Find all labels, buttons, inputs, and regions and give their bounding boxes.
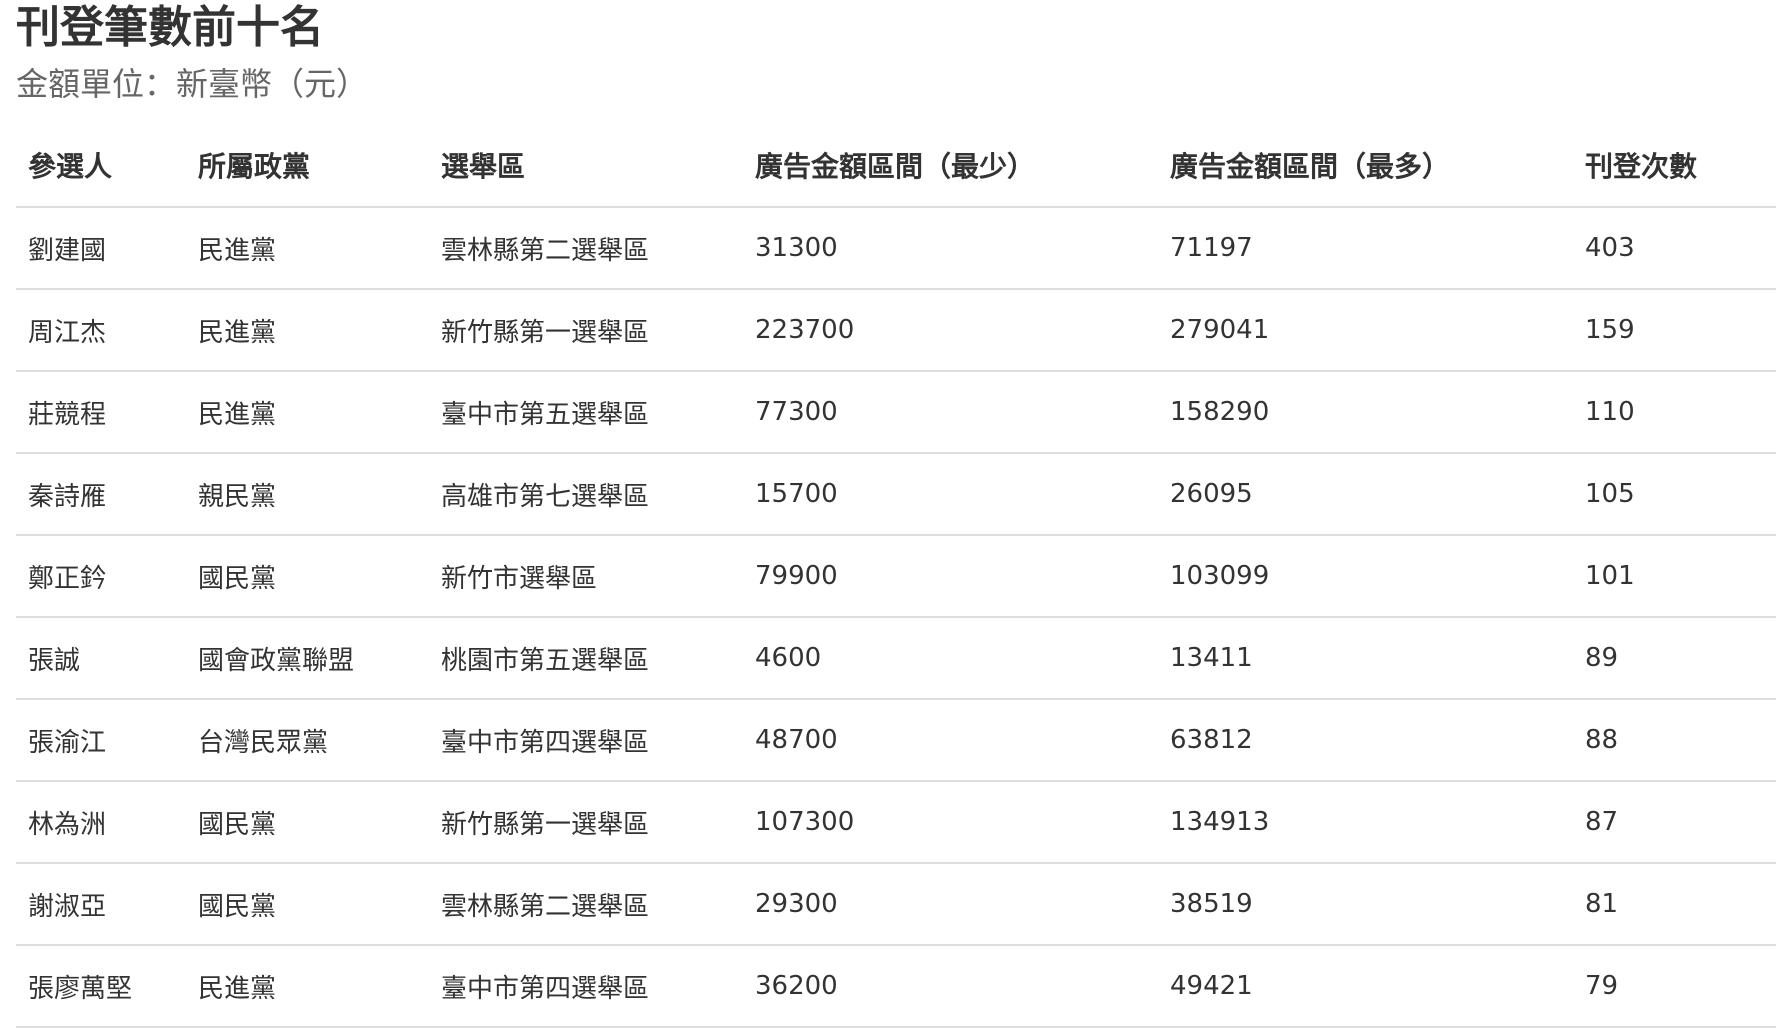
cell-candidate: 鄭正鈐 (16, 535, 186, 618)
cell-district: 桃園市第五選舉區 (429, 617, 743, 700)
ranking-table: 參選人 所屬政黨 選舉區 廣告金額區間（最少） 廣告金額區間（最多） 刊登次數 … (16, 124, 1776, 1028)
cell-amount-min: 36200 (743, 945, 1158, 1028)
table-row: 劉建國 民進黨 雲林縣第二選舉區 31300 71197 403 (16, 207, 1776, 290)
table-header: 參選人 所屬政黨 選舉區 廣告金額區間（最少） 廣告金額區間（最多） 刊登次數 (16, 124, 1776, 208)
cell-amount-min: 107300 (743, 781, 1158, 864)
cell-amount-max: 279041 (1158, 289, 1573, 372)
cell-count: 89 (1573, 617, 1776, 700)
table-row: 張廖萬堅 民進黨 臺中市第四選舉區 36200 49421 79 (16, 945, 1776, 1028)
cell-party: 民進黨 (186, 289, 429, 372)
cell-count: 81 (1573, 863, 1776, 946)
page-subtitle: 金額單位：新臺幣（元） (16, 65, 369, 103)
cell-amount-min: 31300 (743, 207, 1158, 290)
cell-district: 臺中市第五選舉區 (429, 371, 743, 454)
cell-count: 88 (1573, 699, 1776, 782)
cell-district: 高雄市第七選舉區 (429, 453, 743, 536)
cell-candidate: 謝淑亞 (16, 863, 186, 946)
cell-amount-min: 79900 (743, 535, 1158, 618)
cell-amount-max: 158290 (1158, 371, 1573, 454)
table-body: 劉建國 民進黨 雲林縣第二選舉區 31300 71197 403 周江杰 民進黨… (16, 207, 1776, 1028)
cell-count: 105 (1573, 453, 1776, 536)
cell-party: 台灣民眾黨 (186, 699, 429, 782)
cell-candidate: 張廖萬堅 (16, 945, 186, 1028)
cell-count: 87 (1573, 781, 1776, 864)
cell-count: 101 (1573, 535, 1776, 618)
cell-amount-max: 71197 (1158, 207, 1573, 290)
cell-count: 159 (1573, 289, 1776, 372)
header-amount-max: 廣告金額區間（最多） (1158, 124, 1573, 208)
cell-candidate: 劉建國 (16, 207, 186, 290)
cell-amount-min: 4600 (743, 617, 1158, 700)
cell-candidate: 莊競程 (16, 371, 186, 454)
header-candidate: 參選人 (16, 124, 186, 208)
cell-candidate: 張誠 (16, 617, 186, 700)
cell-district: 新竹縣第一選舉區 (429, 781, 743, 864)
header-amount-min: 廣告金額區間（最少） (743, 124, 1158, 208)
cell-district: 雲林縣第二選舉區 (429, 207, 743, 290)
table-row: 秦詩雁 親民黨 高雄市第七選舉區 15700 26095 105 (16, 453, 1776, 536)
cell-amount-min: 29300 (743, 863, 1158, 946)
cell-amount-max: 38519 (1158, 863, 1573, 946)
cell-party: 民進黨 (186, 207, 429, 290)
cell-party: 親民黨 (186, 453, 429, 536)
table-row: 林為洲 國民黨 新竹縣第一選舉區 107300 134913 87 (16, 781, 1776, 864)
cell-district: 雲林縣第二選舉區 (429, 863, 743, 946)
cell-district: 臺中市第四選舉區 (429, 945, 743, 1028)
cell-amount-max: 63812 (1158, 699, 1573, 782)
page-title: 刊登筆數前十名 (16, 2, 324, 53)
cell-party: 國民黨 (186, 535, 429, 618)
header-party: 所屬政黨 (186, 124, 429, 208)
cell-district: 新竹縣第一選舉區 (429, 289, 743, 372)
cell-amount-min: 15700 (743, 453, 1158, 536)
cell-district: 臺中市第四選舉區 (429, 699, 743, 782)
cell-party: 民進黨 (186, 945, 429, 1028)
header-count: 刊登次數 (1573, 124, 1776, 208)
cell-party: 國民黨 (186, 863, 429, 946)
cell-count: 110 (1573, 371, 1776, 454)
cell-amount-max: 49421 (1158, 945, 1573, 1028)
table-row: 莊競程 民進黨 臺中市第五選舉區 77300 158290 110 (16, 371, 1776, 454)
table-row: 鄭正鈐 國民黨 新竹市選舉區 79900 103099 101 (16, 535, 1776, 618)
cell-amount-min: 77300 (743, 371, 1158, 454)
table-row: 周江杰 民進黨 新竹縣第一選舉區 223700 279041 159 (16, 289, 1776, 372)
cell-candidate: 周江杰 (16, 289, 186, 372)
cell-candidate: 林為洲 (16, 781, 186, 864)
cell-candidate: 秦詩雁 (16, 453, 186, 536)
cell-amount-max: 103099 (1158, 535, 1573, 618)
cell-amount-min: 223700 (743, 289, 1158, 372)
cell-candidate: 張渝江 (16, 699, 186, 782)
header-row: 參選人 所屬政黨 選舉區 廣告金額區間（最少） 廣告金額區間（最多） 刊登次數 (16, 124, 1776, 208)
cell-amount-min: 48700 (743, 699, 1158, 782)
cell-party: 國會政黨聯盟 (186, 617, 429, 700)
cell-party: 民進黨 (186, 371, 429, 454)
header-district: 選舉區 (429, 124, 743, 208)
cell-amount-max: 134913 (1158, 781, 1573, 864)
cell-amount-max: 13411 (1158, 617, 1573, 700)
cell-amount-max: 26095 (1158, 453, 1573, 536)
cell-count: 403 (1573, 207, 1776, 290)
cell-district: 新竹市選舉區 (429, 535, 743, 618)
table-row: 張誠 國會政黨聯盟 桃園市第五選舉區 4600 13411 89 (16, 617, 1776, 700)
cell-count: 79 (1573, 945, 1776, 1028)
table-row: 張渝江 台灣民眾黨 臺中市第四選舉區 48700 63812 88 (16, 699, 1776, 782)
table-row: 謝淑亞 國民黨 雲林縣第二選舉區 29300 38519 81 (16, 863, 1776, 946)
cell-party: 國民黨 (186, 781, 429, 864)
